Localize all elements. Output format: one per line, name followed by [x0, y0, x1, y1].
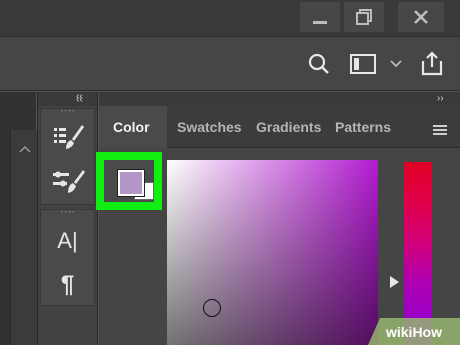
workspace-icon — [350, 54, 376, 74]
scroll-strip[interactable] — [10, 130, 40, 345]
tab-patterns[interactable]: Patterns — [335, 106, 399, 148]
close-button[interactable] — [398, 2, 444, 32]
share-icon — [421, 51, 443, 76]
color-field[interactable] — [167, 160, 378, 345]
character-icon: A| — [57, 228, 78, 253]
tool-group-1: • • • • — [40, 108, 95, 205]
left-collapse-button[interactable]: ‹‹ — [76, 91, 83, 102]
tab-swatches[interactable]: Swatches — [177, 106, 251, 148]
close-icon — [414, 10, 428, 24]
brush-settings-icon — [52, 170, 85, 193]
wikihow-watermark: wikiHow — [368, 318, 460, 345]
hue-slider[interactable] — [404, 162, 432, 345]
panel-menu-button[interactable] — [433, 122, 447, 140]
workspace-button[interactable] — [348, 52, 378, 76]
workspace-dropdown[interactable] — [389, 57, 403, 71]
tool-group-2: • • • • A| ¶ — [40, 209, 95, 306]
minimize-button[interactable] — [300, 2, 340, 32]
swatch-area — [104, 160, 154, 202]
tools-collapse-button[interactable]: ‹‹ — [38, 92, 97, 106]
swatch-highlight — [96, 152, 162, 210]
tab-color[interactable]: Color — [99, 106, 167, 148]
title-bar — [0, 0, 460, 36]
color-field-cursor[interactable] — [203, 299, 221, 317]
share-button[interactable] — [418, 49, 446, 79]
search-button[interactable] — [306, 51, 332, 77]
search-icon — [308, 53, 329, 74]
collapse-right-icon[interactable]: ›› — [437, 93, 444, 104]
restore-icon — [356, 9, 372, 25]
tab-gradients[interactable]: Gradients — [256, 106, 326, 148]
panel-tabs: Color Swatches Gradients Patterns — [99, 106, 460, 148]
brush-settings-tool[interactable] — [41, 158, 94, 204]
restore-button[interactable] — [344, 2, 384, 32]
group-grip: • • • • — [60, 109, 75, 115]
paragraph-icon: ¶ — [60, 271, 75, 298]
tools-column: ‹‹ • • • • • • • • A| ¶ — [37, 92, 98, 345]
minimize-icon — [313, 20, 327, 24]
character-tool[interactable]: A| — [41, 217, 94, 265]
brush-presets-tool[interactable] — [41, 116, 94, 158]
paragraph-tool[interactable]: ¶ — [41, 265, 94, 305]
hamburger-menu-icon — [433, 125, 447, 135]
top-toolbar — [0, 36, 460, 91]
foreground-color-swatch[interactable] — [118, 170, 144, 196]
hue-slider-marker[interactable] — [390, 276, 399, 288]
brush-presets-icon — [53, 125, 84, 149]
chevron-up-icon — [19, 145, 31, 153]
group-grip: • • • • — [60, 210, 75, 216]
panel-header: ›› — [99, 92, 460, 106]
chevron-down-icon — [390, 60, 402, 68]
watermark-text: wikiHow — [385, 323, 442, 340]
